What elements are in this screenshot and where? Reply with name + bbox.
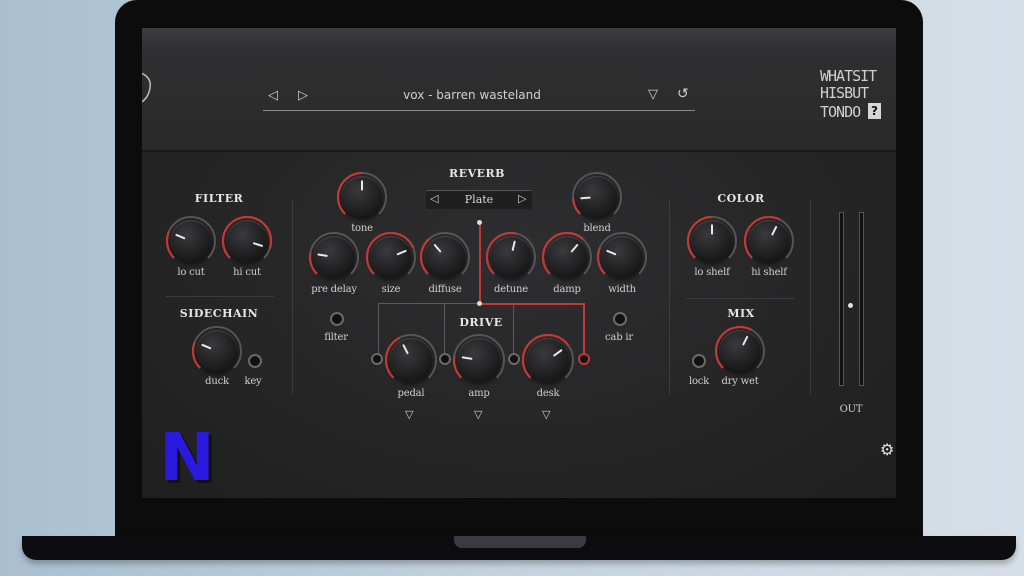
diffuse-label: diffuse (428, 284, 462, 295)
detune-knob[interactable] (485, 231, 536, 278)
reverb-prev-icon[interactable]: ◁ (430, 192, 438, 205)
preset-name[interactable]: vox - barren wasteland (342, 88, 602, 102)
desk-input-node[interactable] (508, 353, 520, 365)
key-label: key (244, 376, 262, 387)
output-fader[interactable] (848, 303, 853, 308)
routing-line-grey-mid2 (513, 303, 514, 359)
left-divider (292, 200, 293, 394)
mix-title: MIX (727, 307, 755, 320)
hi-shelf-knob[interactable] (743, 215, 794, 262)
help-icon[interactable]: ? (868, 103, 881, 119)
lock-toggle[interactable] (692, 354, 706, 368)
key-toggle[interactable] (248, 354, 262, 368)
filter-divider (166, 296, 274, 297)
preset-underline (263, 110, 695, 111)
logo: WHATSIT HISBUT TONDO ? (820, 67, 890, 121)
desk-label: desk (536, 388, 560, 399)
size-knob[interactable] (365, 231, 416, 278)
cab-ir-toggle[interactable] (613, 312, 627, 326)
plugin-header: ◁ ▷ vox - barren wasteland ▽ ↺ WHATSIT H… (142, 28, 896, 152)
out-divider (810, 200, 811, 394)
reverb-type-selector[interactable]: ◁ Plate ▷ (426, 190, 532, 209)
pedal-input-node[interactable] (371, 353, 383, 365)
routing-line-grey-left (378, 303, 379, 359)
reverb-next-icon[interactable]: ▷ (518, 192, 526, 205)
plugin-window: ◁ ▷ vox - barren wasteland ▽ ↺ WHATSIT H… (142, 28, 896, 498)
blend-label: blend (583, 223, 611, 234)
logo-line-2: HISBUT (820, 84, 869, 102)
output-meter-left (839, 212, 844, 386)
hi-shelf-label: hi shelf (751, 267, 787, 278)
filter-jack-label: filter (324, 332, 348, 343)
duck-knob[interactable] (191, 326, 242, 372)
watermark-logo: N (159, 419, 215, 496)
prev-preset-icon[interactable]: ◁ (268, 88, 278, 103)
logo-line-1: WHATSIT (820, 67, 877, 85)
brand-mark-icon (142, 72, 151, 103)
out-label: OUT (839, 404, 863, 415)
color-title: COLOR (717, 192, 765, 205)
lo-cut-knob[interactable] (165, 216, 216, 262)
lo-shelf-knob[interactable] (686, 215, 737, 262)
next-preset-icon[interactable]: ▷ (298, 88, 308, 103)
amp-knob[interactable] (452, 334, 505, 382)
cab-ir-label: cab ir (605, 332, 633, 343)
preset-menu-icon[interactable]: ▽ (648, 87, 658, 102)
routing-line-red-down (583, 303, 585, 359)
amp-input-node[interactable] (439, 353, 451, 365)
filter-title: FILTER (194, 192, 244, 205)
routing-line-red-horizontal (479, 303, 583, 305)
tone-label: tone (351, 223, 373, 234)
routing-node-bottom (477, 301, 482, 306)
drive-output-node[interactable] (578, 353, 590, 365)
gear-icon[interactable]: ⚙ (880, 440, 894, 459)
amp-label: amp (468, 388, 490, 399)
diffuse-knob[interactable] (419, 232, 470, 278)
tone-knob[interactable] (336, 171, 387, 218)
filter-toggle[interactable] (330, 312, 344, 326)
pedal-label: pedal (397, 388, 425, 399)
routing-line-grey-top (378, 303, 479, 304)
width-label: width (608, 284, 636, 295)
logo-line-3: TONDO (820, 103, 861, 121)
reverb-type-value: Plate (464, 193, 494, 206)
output-meter-right (859, 212, 864, 386)
right-divider (669, 200, 670, 394)
blend-knob[interactable] (571, 172, 622, 218)
dry-wet-label: dry wet (721, 376, 759, 387)
sidechain-title: SIDECHAIN (179, 307, 259, 320)
hi-cut-knob[interactable] (221, 215, 273, 262)
desk-menu-icon[interactable]: ▽ (542, 408, 550, 421)
damp-knob[interactable] (541, 231, 592, 278)
color-divider (686, 298, 794, 299)
laptop-notch (454, 536, 586, 548)
hi-cut-label: hi cut (233, 267, 261, 278)
amp-menu-icon[interactable]: ▽ (474, 408, 482, 421)
dry-wet-knob[interactable] (714, 325, 765, 372)
pedal-menu-icon[interactable]: ▽ (405, 408, 413, 421)
desk-knob[interactable] (521, 333, 574, 382)
width-knob[interactable] (596, 232, 647, 278)
routing-line-grey-mid1 (444, 303, 445, 359)
reset-icon[interactable]: ↺ (677, 86, 689, 102)
pedal-knob[interactable] (384, 334, 437, 382)
reverb-title: REVERB (449, 167, 505, 180)
pre-delay-knob[interactable] (308, 232, 359, 278)
routing-node (477, 220, 482, 225)
